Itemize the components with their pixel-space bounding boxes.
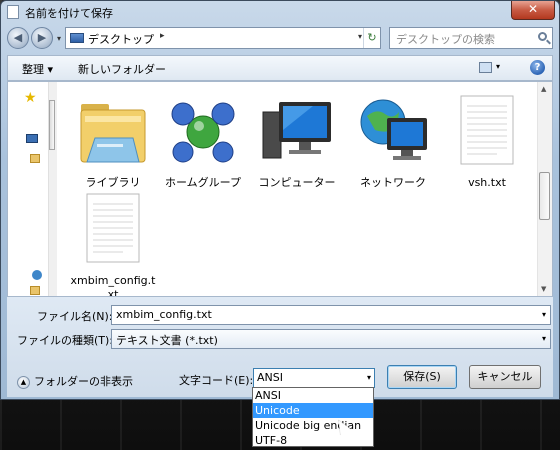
breadcrumb-arrow-icon[interactable]: ▸ bbox=[160, 31, 165, 41]
encoding-label: 文字コード(E): bbox=[179, 374, 254, 387]
filename-label: ファイル名(N): bbox=[37, 310, 113, 323]
favorites-star-icon[interactable]: ★ bbox=[24, 90, 37, 106]
desktop-icon bbox=[70, 33, 84, 43]
command-bar: 整理 ▾ 新しいフォルダー ▾ ? bbox=[7, 55, 553, 81]
item-label: xmbim_config.t xt bbox=[68, 274, 158, 297]
text-file-icon bbox=[86, 193, 140, 263]
item-label: ネットワーク bbox=[360, 176, 426, 189]
filetype-select[interactable]: テキスト文書 (*.txt) ▾ bbox=[111, 329, 551, 349]
text-file-icon bbox=[460, 95, 514, 165]
list-item[interactable]: ライブラリ bbox=[68, 90, 158, 192]
navigation-pane: ★ bbox=[8, 82, 49, 296]
homegroup-icon bbox=[171, 102, 235, 163]
help-icon[interactable]: ? bbox=[530, 60, 545, 75]
computer-nav-icon[interactable] bbox=[26, 134, 38, 143]
list-item[interactable]: ネットワーク bbox=[348, 90, 438, 192]
address-crumb[interactable]: デスクトップ bbox=[88, 31, 154, 47]
encoding-dropdown-icon[interactable]: ▾ bbox=[367, 373, 371, 382]
scroll-up-icon[interactable]: ▲ bbox=[541, 85, 546, 93]
organize-button[interactable]: 整理 ▾ bbox=[22, 61, 53, 77]
encoding-dropdown-list: ANSI Unicode Unicode big endian UTF-8 bbox=[252, 387, 374, 447]
list-item[interactable]: vsh.txt bbox=[442, 90, 532, 192]
navigation-pane-scroll-thumb[interactable] bbox=[49, 100, 55, 150]
scroll-thumb[interactable] bbox=[539, 172, 550, 220]
title-bar[interactable]: 名前を付けて保存 ✕ bbox=[1, 1, 559, 23]
save-as-dialog: 名前を付けて保存 ✕ ◀ ▶ ▾ デスクトップ ▸ ▾ ↻ デスクトップの検索 … bbox=[0, 0, 560, 400]
list-item[interactable]: コンピューター bbox=[252, 90, 342, 192]
content-scrollbar[interactable]: ▲ ▼ bbox=[537, 82, 552, 296]
search-input[interactable]: デスクトップの検索 bbox=[396, 31, 495, 47]
encoding-option-unicode[interactable]: Unicode bbox=[253, 403, 373, 418]
filetype-dropdown-icon[interactable]: ▾ bbox=[542, 334, 546, 343]
item-label-line: xt bbox=[107, 288, 119, 297]
network-nav-icon[interactable] bbox=[32, 270, 42, 280]
encoding-value[interactable]: ANSI bbox=[257, 371, 283, 384]
navigation-bar: ◀ ▶ ▾ デスクトップ ▸ ▾ ↻ デスクトップの検索 bbox=[7, 26, 553, 52]
encoding-select[interactable]: ANSI ▾ bbox=[253, 368, 375, 388]
view-options-icon[interactable] bbox=[479, 62, 492, 73]
item-label: vsh.txt bbox=[468, 176, 506, 189]
window-title: 名前を付けて保存 bbox=[25, 7, 113, 20]
filename-value[interactable]: xmbim_config.txt bbox=[116, 308, 212, 321]
notepad-icon bbox=[7, 5, 19, 19]
save-options-panel: ファイル名(N): xmbim_config.txt ▾ ファイルの種類(T):… bbox=[7, 297, 553, 397]
network-icon bbox=[360, 99, 427, 160]
address-dropdown[interactable]: ▾ bbox=[358, 32, 362, 41]
cancel-button[interactable]: キャンセル bbox=[469, 365, 541, 389]
chevron-up-icon: ▲ bbox=[17, 375, 30, 389]
scroll-down-icon[interactable]: ▼ bbox=[541, 285, 546, 293]
forward-button[interactable]: ▶ bbox=[31, 27, 53, 49]
view-options-dropdown[interactable]: ▾ bbox=[496, 62, 500, 71]
file-browser: ★ ライブラリ ホームグループ コンピューター ネットワーク vsh.txt x… bbox=[7, 81, 553, 297]
encoding-option-unicode-big-endian[interactable]: Unicode big endian bbox=[253, 418, 373, 433]
item-label: コンピューター bbox=[258, 176, 336, 189]
filename-dropdown-icon[interactable]: ▾ bbox=[542, 310, 546, 319]
item-label-line: xmbim_config.t bbox=[70, 274, 156, 287]
filetype-value[interactable]: テキスト文書 (*.txt) bbox=[116, 334, 218, 347]
item-label: ホームグループ bbox=[164, 176, 241, 189]
close-button[interactable]: ✕ bbox=[511, 1, 555, 20]
hide-folders-label[interactable]: フォルダーの非表示 bbox=[34, 375, 133, 388]
library-folder-icon bbox=[80, 104, 146, 163]
folder-nav-icon[interactable] bbox=[30, 154, 40, 163]
search-box[interactable]: デスクトップの検索 bbox=[389, 27, 553, 49]
folder-nav-icon[interactable] bbox=[30, 286, 40, 295]
filename-input[interactable]: xmbim_config.txt ▾ bbox=[111, 305, 551, 325]
search-icon bbox=[538, 32, 547, 41]
encoding-option-utf8[interactable]: UTF-8 bbox=[253, 433, 373, 448]
list-item[interactable]: ホームグループ bbox=[158, 90, 248, 192]
save-button[interactable]: 保存(S) bbox=[387, 365, 457, 389]
list-item[interactable]: xmbim_config.t xt bbox=[68, 188, 158, 296]
new-folder-button[interactable]: 新しいフォルダー bbox=[78, 61, 166, 77]
recent-pages-dropdown[interactable]: ▾ bbox=[57, 34, 61, 43]
computer-icon bbox=[262, 102, 331, 159]
refresh-button[interactable]: ↻ bbox=[363, 28, 380, 48]
hide-folders-toggle[interactable]: ▲ フォルダーの非表示 bbox=[17, 373, 133, 389]
back-button[interactable]: ◀ bbox=[7, 27, 29, 49]
encoding-option-ansi[interactable]: ANSI bbox=[253, 388, 373, 403]
address-bar[interactable]: デスクトップ ▸ ▾ ↻ bbox=[65, 27, 381, 49]
filetype-label: ファイルの種類(T): bbox=[17, 334, 114, 347]
